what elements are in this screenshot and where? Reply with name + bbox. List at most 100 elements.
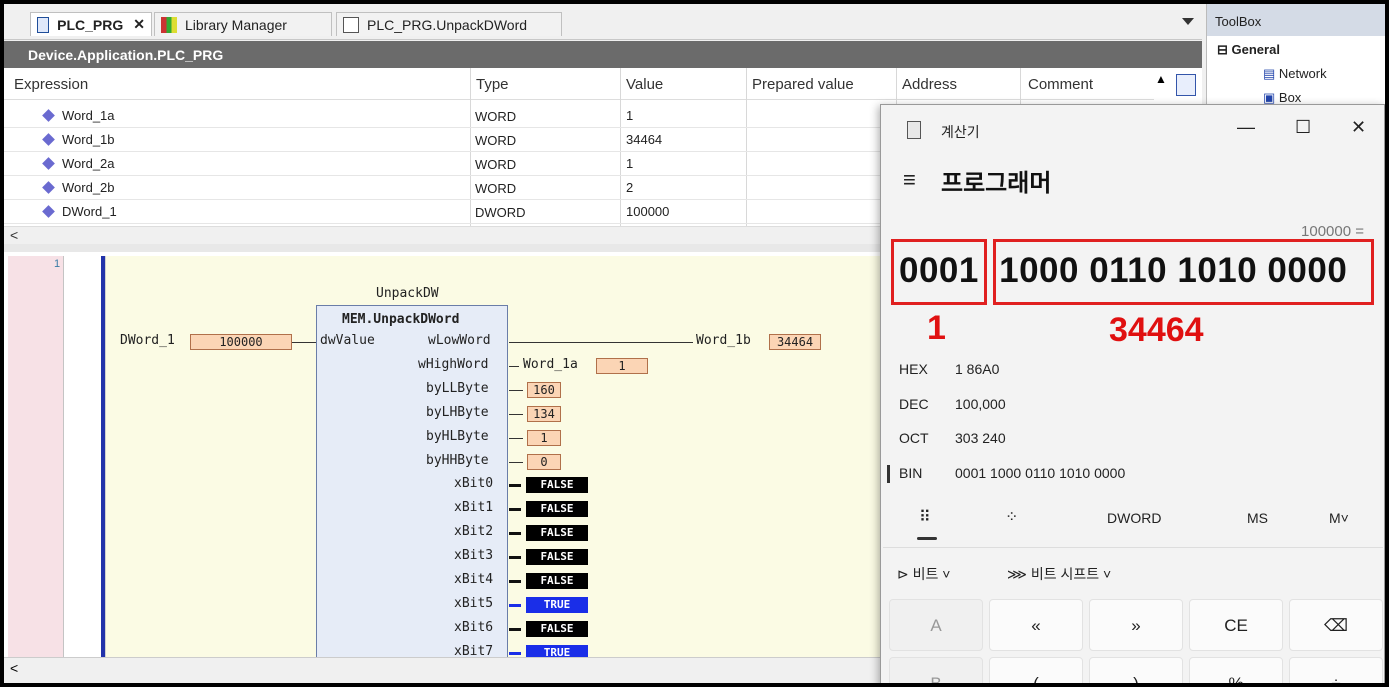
output-word-1b[interactable]: Word_1b (696, 333, 751, 348)
toolbox-item-network[interactable]: ▤ Network (1263, 66, 1327, 82)
col-comment[interactable]: Comment (1028, 76, 1093, 93)
bitwise-dropdown[interactable]: ⊳ 비트 ˅ (897, 564, 950, 584)
tab-plc-prg[interactable]: PLC_PRG ✕ (30, 12, 152, 36)
key-shift-left[interactable]: « (989, 599, 1083, 651)
line-number: 1 (54, 258, 61, 270)
minimize-icon[interactable]: — (1237, 117, 1255, 138)
scroll-left-icon[interactable]: < (10, 227, 18, 243)
radix-hex[interactable]: HEX 1 86A0 (899, 361, 999, 377)
bit-toggle-icon[interactable]: ⁘ (1005, 507, 1018, 527)
key-open-paren[interactable]: ( (989, 657, 1083, 683)
tab-dropdown-icon[interactable] (1182, 18, 1194, 25)
pin-bylhbyte: byLHByte (426, 405, 489, 420)
memory-dropdown-button[interactable]: M˅ (1329, 510, 1349, 526)
bitshift-dropdown[interactable]: ⋙ 비트 시프트 ˅ (1007, 564, 1111, 584)
row-type: WORD (475, 109, 517, 124)
radix-bin[interactable]: BIN 0001 1000 0110 1010 0000 (899, 465, 1125, 481)
maximize-icon[interactable]: ☐ (1295, 117, 1311, 138)
watch-hscrollbar[interactable]: < (4, 226, 884, 244)
close-icon[interactable]: ✕ (133, 16, 145, 33)
bit-value[interactable]: FALSE (526, 549, 588, 565)
fb-instance-name[interactable]: UnpackDW (376, 286, 439, 301)
input-value-box[interactable]: 100000 (190, 334, 292, 350)
pin-byllbyte: byLLByte (426, 381, 489, 396)
row-value: 2 (626, 180, 634, 195)
key-close-paren[interactable]: ) (1089, 657, 1183, 683)
radix-dec[interactable]: DEC 100,000 (899, 396, 1006, 412)
key-divide[interactable]: ÷ (1289, 657, 1383, 683)
output-value-box[interactable]: 1 (527, 430, 561, 446)
bit-wire (509, 580, 521, 583)
output-value-box[interactable]: 0 (527, 454, 561, 470)
row-type: DWORD (475, 205, 526, 220)
key-backspace[interactable]: ⌫ (1289, 599, 1383, 651)
col-value[interactable]: Value (626, 76, 663, 93)
col-expression[interactable]: Expression (14, 76, 88, 93)
col-type[interactable]: Type (476, 76, 509, 93)
word-size-button[interactable]: DWORD (1107, 510, 1161, 526)
highlight-box-high (891, 239, 987, 305)
row-name: Word_1a (62, 108, 115, 123)
radix-label: OCT (899, 430, 929, 446)
table-row[interactable]: Word_1b WORD 34464 (4, 128, 884, 152)
radix-value: 303 240 (955, 430, 1006, 446)
bit-wire (509, 628, 521, 631)
output-value-box[interactable]: 160 (527, 382, 561, 398)
bit-value[interactable]: TRUE (526, 597, 588, 613)
bit-value[interactable]: FALSE (526, 525, 588, 541)
bit-value[interactable]: FALSE (526, 501, 588, 517)
row-value: 100000 (626, 204, 670, 219)
pin-xbit6: xBit6 (454, 620, 494, 635)
variable-icon (42, 133, 55, 146)
watch-header: Expression Type Value Prepared value Add… (4, 68, 1154, 100)
memory-store-button[interactable]: MS (1247, 510, 1268, 526)
bit-value[interactable]: FALSE (526, 573, 588, 589)
toolbox-title: ToolBox (1207, 4, 1385, 36)
bit-wire (509, 532, 521, 535)
scroll-up-icon[interactable]: ▲ (1152, 72, 1170, 86)
variable-icon (42, 109, 55, 122)
key-percent[interactable]: % (1189, 657, 1283, 683)
pin-xbit4: xBit4 (454, 572, 494, 587)
col-address[interactable]: Address (902, 76, 957, 93)
table-row[interactable]: Word_1a WORD 1 (4, 104, 884, 128)
output-value-box[interactable]: 34464 (769, 334, 821, 350)
input-variable[interactable]: DWord_1 (120, 333, 175, 348)
row-type: WORD (475, 133, 517, 148)
variable-icon (42, 205, 55, 218)
editor-hscrollbar[interactable]: < (4, 657, 884, 683)
pin-byhhbyte: byHHByte (426, 453, 489, 468)
bit-value[interactable]: FALSE (526, 621, 588, 637)
pin-xbit0: xBit0 (454, 476, 494, 491)
bitwise-bar (883, 547, 1383, 597)
output-value-box[interactable]: 1 (596, 358, 648, 374)
highlight-box-low (993, 239, 1374, 305)
close-icon[interactable]: ✕ (1351, 117, 1366, 138)
output-value-box[interactable]: 134 (527, 406, 561, 422)
hamburger-menu-icon[interactable]: ≡ (903, 167, 916, 193)
col-prepared-value[interactable]: Prepared value (752, 76, 854, 93)
tab-unpackdword[interactable]: PLC_PRG.UnpackDWord (336, 12, 562, 36)
key-shift-right[interactable]: » (1089, 599, 1183, 651)
key-ce[interactable]: CE (1189, 599, 1283, 651)
key-a[interactable]: A (889, 599, 983, 651)
collapse-icon[interactable]: ⊟ (1217, 42, 1232, 57)
toolbox-group[interactable]: ⊟ General (1217, 42, 1280, 58)
key-b[interactable]: B (889, 657, 983, 683)
box-icon: ▣ (1263, 90, 1279, 105)
tab-label: PLC_PRG.UnpackDWord (367, 16, 528, 33)
scroll-left-icon[interactable]: < (10, 660, 18, 676)
radix-oct[interactable]: OCT 303 240 (899, 430, 1006, 446)
radix-value: 1 86A0 (955, 361, 1000, 377)
radix-label: DEC (899, 396, 929, 412)
bit-value[interactable]: FALSE (526, 477, 588, 493)
output-word-1a[interactable]: Word_1a (523, 357, 578, 372)
row-name: DWord_1 (62, 204, 117, 219)
watch-toolbar-icon[interactable] (1176, 74, 1196, 96)
table-row[interactable]: DWord_1 DWORD 100000 (4, 200, 884, 224)
row-type: WORD (475, 157, 517, 172)
tab-library-manager[interactable]: Library Manager (154, 12, 332, 36)
table-row[interactable]: Word_2a WORD 1 (4, 152, 884, 176)
keypad-icon[interactable]: ⠿ (919, 507, 931, 527)
table-row[interactable]: Word_2b WORD 2 (4, 176, 884, 200)
